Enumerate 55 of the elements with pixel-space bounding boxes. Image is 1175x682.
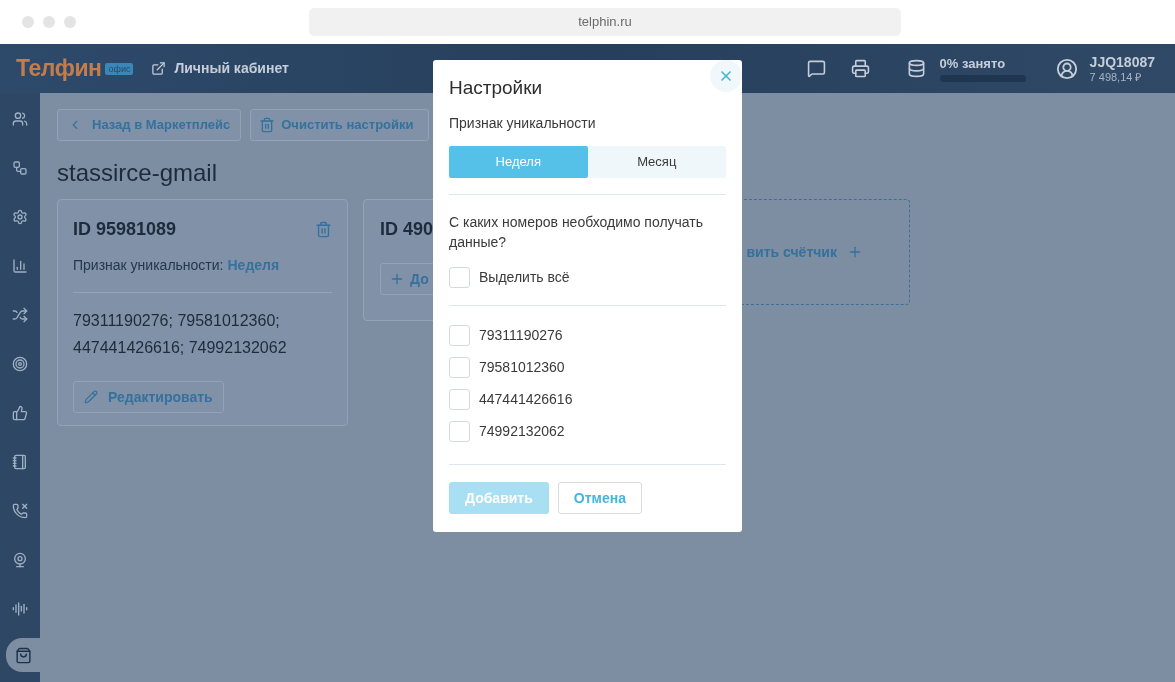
target-icon [12, 356, 28, 372]
number-label: 79311190276 [479, 326, 563, 345]
cabinet-link[interactable]: Личный кабинет [174, 58, 289, 79]
checkbox[interactable] [449, 357, 470, 378]
account-balance: 7 498,14 ₽ [1089, 70, 1143, 84]
dialog-title: Настройки [449, 76, 544, 100]
checkbox[interactable] [449, 389, 470, 410]
users-icon [12, 111, 28, 127]
logo-badge: офис [105, 62, 134, 75]
sidebar-item[interactable] [6, 638, 40, 672]
counter-id: ID 95981089 [73, 218, 177, 241]
checkbox[interactable] [449, 325, 470, 346]
period-tab[interactable]: Неделя [449, 146, 588, 178]
checkbox[interactable] [449, 421, 470, 442]
pencil-icon [84, 390, 98, 404]
account-login: JJQ18087 [1089, 53, 1155, 70]
uniqueness-label: Признак уникальности [449, 114, 597, 133]
number-label: 74992132062 [479, 422, 565, 441]
bar-chart-icon [12, 258, 28, 274]
settings-icon [12, 209, 28, 225]
address-bar[interactable]: telphin.ru [309, 8, 901, 36]
phone-missed-icon [12, 503, 28, 519]
user-icon[interactable] [1055, 57, 1078, 80]
phone-numbers: 79311190276; 79581012360; 447441426616; 74992132062 [73, 311, 288, 358]
network-icon [12, 160, 28, 176]
close-icon [718, 68, 734, 84]
edit-button[interactable]: Редактировать [73, 381, 224, 413]
number-label: 79581012360 [479, 358, 565, 377]
webcam-icon [12, 552, 28, 568]
notebook-icon [12, 454, 28, 470]
plus-icon [389, 271, 405, 287]
logo[interactable]: Телфин [16, 51, 102, 86]
sound-wave-icon [12, 601, 28, 617]
shopping-bag-icon [14, 646, 32, 664]
clear-settings-button[interactable]: Очистить настройки [250, 109, 429, 141]
thumbs-up-icon [12, 405, 28, 421]
add-counter-label: вить счётчик [746, 242, 837, 262]
cancel-button[interactable]: Отмена [557, 482, 642, 514]
external-link-icon [151, 61, 167, 76]
plus-icon [847, 244, 863, 260]
counter-id: ID 490 [380, 219, 434, 239]
shuffle-icon [12, 307, 28, 323]
printer-icon[interactable] [850, 59, 870, 78]
storage-label: 0% занято [939, 55, 1007, 72]
page-title: stassirce-gmail [57, 158, 218, 188]
select-all-label: Выделить всё [479, 268, 570, 287]
period-tab[interactable]: Месяц [587, 146, 726, 178]
uniqueness-label: Признак уникальности: [73, 256, 224, 275]
trash-icon [259, 117, 276, 133]
number-label: 447441426616 [479, 390, 573, 409]
uniqueness-value: Неделя [227, 256, 280, 275]
message-icon[interactable] [806, 59, 826, 78]
database-icon[interactable] [906, 59, 926, 78]
back-button[interactable]: Назад в Маркетплейс [57, 109, 242, 141]
checkbox[interactable] [449, 267, 470, 288]
